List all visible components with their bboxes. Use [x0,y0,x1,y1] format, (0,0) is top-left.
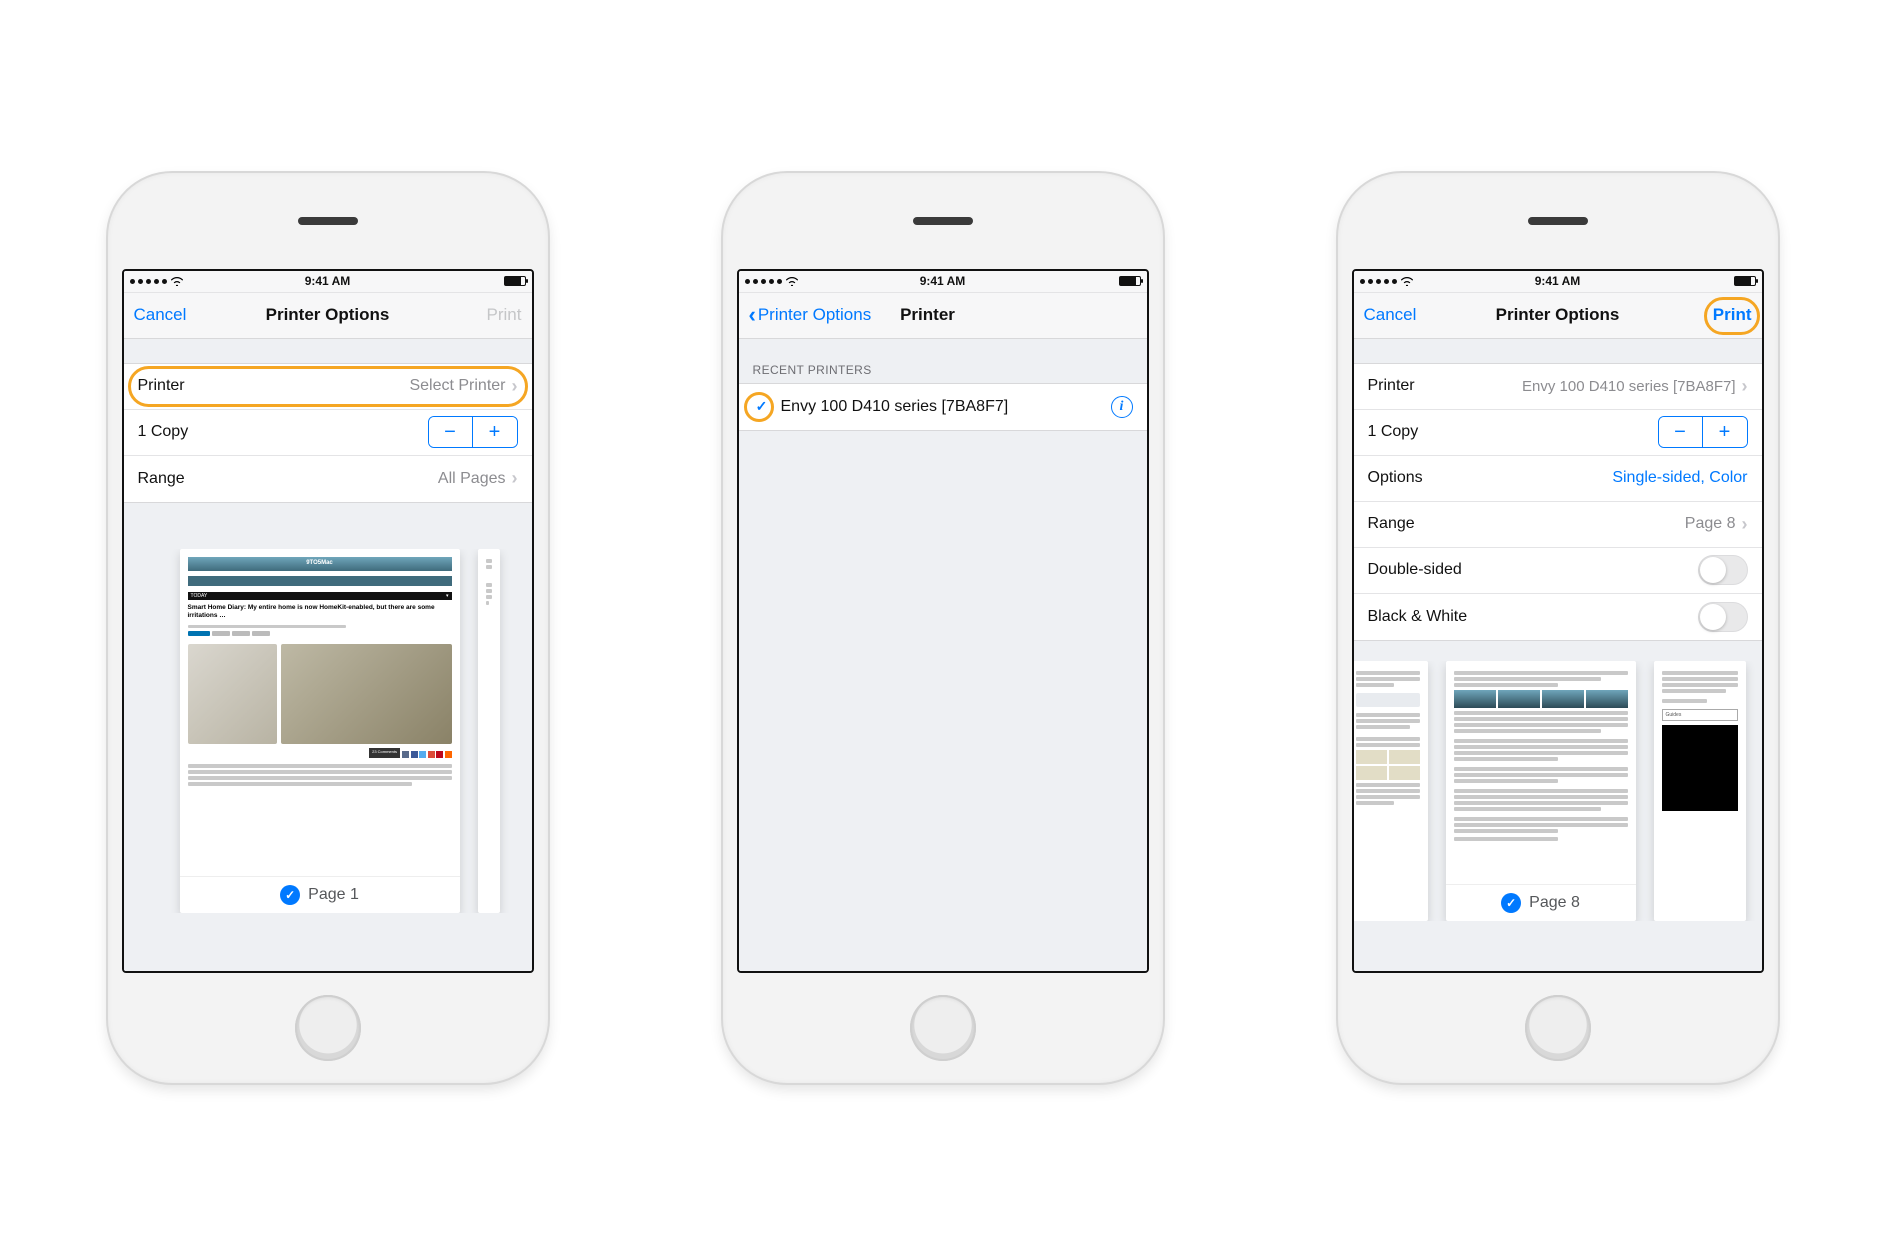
double-sided-toggle[interactable] [1698,555,1748,585]
iphone-mockup-3: 9:41 AM Cancel Printer Options Print Pri… [1338,173,1778,1083]
info-icon[interactable]: i [1111,396,1133,418]
row-value: Select Printer [409,377,505,395]
status-bar: 9:41 AM [1354,271,1762,293]
page-preview-card[interactable]: 9TO5Mac TODAY▾ Smart Home Diary: My enti… [180,549,460,913]
preview-site-name: 9TO5Mac [306,560,333,568]
page-preview-card-next[interactable] [478,549,500,913]
chevron-left-icon: ‹ [749,304,756,326]
row-copies: 1 Copy − + [1354,410,1762,456]
nav-title: Printer [900,305,955,324]
clock: 9:41 AM [920,274,966,288]
bw-toggle[interactable] [1698,602,1748,632]
preview-headline: Smart Home Diary: My entire home is now … [188,604,452,621]
signal-indicator [1360,275,1414,288]
chevron-right-icon: › [512,468,518,489]
checkmark-circle-icon: ✓ [1501,893,1521,913]
content: Printer Select Printer › 1 Copy − + Rang… [124,339,532,971]
content: Printer Envy 100 D410 series [7BA8F7] › … [1354,339,1762,971]
guides-label: Guides [1666,712,1682,718]
printers-group: ✓ Envy 100 D410 series [7BA8F7] i [739,383,1147,431]
iphone-mockup-1: 9:41 AM Cancel Printer Options Print Pri… [108,173,548,1083]
nav-bar: Cancel Printer Options Print [124,293,532,339]
row-value: Single-sided, Color [1612,469,1747,487]
wifi-icon [1400,275,1414,288]
row-range[interactable]: Range All Pages › [124,456,532,502]
row-value: Page 8 [1685,515,1736,533]
stepper-minus[interactable]: − [429,417,473,447]
content: RECENT PRINTERS ✓ Envy 100 D410 series [… [739,339,1147,971]
row-printer[interactable]: Printer Envy 100 D410 series [7BA8F7] › [1354,364,1762,410]
battery-icon [504,276,526,286]
row-printer-item[interactable]: ✓ Envy 100 D410 series [7BA8F7] i [739,384,1147,430]
home-button[interactable] [295,995,361,1061]
settings-group: Printer Envy 100 D410 series [7BA8F7] › … [1354,363,1762,641]
copies-stepper[interactable]: − + [1658,416,1748,448]
row-range[interactable]: Range Page 8 › [1354,502,1762,548]
nav-title: Printer Options [1496,305,1620,324]
checkmark-circle-icon: ✓ [280,885,300,905]
wifi-icon [785,275,799,288]
battery-icon [1119,276,1141,286]
page-preview-card-prev[interactable] [1354,661,1428,921]
row-copies: 1 Copy − + [124,410,532,456]
preview-today: TODAY [191,593,208,600]
page-footer[interactable]: ✓ Page 8 [1446,884,1636,921]
row-value: All Pages [438,470,506,488]
nav-bar: Cancel Printer Options Print [1354,293,1762,339]
row-label: Printer [1368,377,1415,395]
row-label: Options [1368,469,1423,487]
row-label: Black & White [1368,608,1468,626]
page-preview-strip[interactable]: 9TO5Mac TODAY▾ Smart Home Diary: My enti… [124,549,532,913]
page-preview-card-next[interactable]: Guides [1654,661,1746,921]
stepper-plus[interactable]: + [1703,417,1747,447]
row-label: 1 Copy [1368,423,1419,441]
screen: 9:41 AM ‹ Printer Options Printer RECENT… [737,269,1149,973]
iphone-mockup-2: 9:41 AM ‹ Printer Options Printer RECENT… [723,173,1163,1083]
battery-icon [1734,276,1756,286]
signal-indicator [745,275,799,288]
home-button[interactable] [1525,995,1591,1061]
status-bar: 9:41 AM [739,271,1147,293]
row-printer[interactable]: Printer Select Printer › [124,364,532,410]
cancel-button[interactable]: Cancel [1364,305,1417,325]
row-options[interactable]: Options Single-sided, Color [1354,456,1762,502]
settings-group: Printer Select Printer › 1 Copy − + Rang… [124,363,532,503]
print-button[interactable]: Print [1713,305,1752,325]
page-preview-card[interactable]: ✓ Page 8 [1446,661,1636,921]
nav-bar: ‹ Printer Options Printer [739,293,1147,339]
copies-stepper[interactable]: − + [428,416,518,448]
wifi-icon [170,275,184,288]
clock: 9:41 AM [1535,274,1581,288]
printer-name: Envy 100 D410 series [7BA8F7] [781,398,1009,416]
stepper-minus[interactable]: − [1659,417,1703,447]
row-label: Range [138,470,185,488]
chevron-right-icon: › [512,376,518,397]
row-label: Range [1368,515,1415,533]
signal-indicator [130,275,184,288]
row-double-sided[interactable]: Double-sided [1354,548,1762,594]
section-header: RECENT PRINTERS [739,363,1147,383]
row-black-white[interactable]: Black & White [1354,594,1762,640]
clock: 9:41 AM [305,274,351,288]
status-bar: 9:41 AM [124,271,532,293]
print-button: Print [487,305,522,325]
nav-title: Printer Options [266,305,390,324]
checkmark-icon: ✓ [753,398,771,416]
row-label: Double-sided [1368,561,1462,579]
cancel-button[interactable]: Cancel [134,305,187,325]
page-preview-strip[interactable]: ✓ Page 8 Guides [1354,661,1762,921]
page-number-label: Page 8 [1529,894,1580,912]
row-label: Printer [138,377,185,395]
home-button[interactable] [910,995,976,1061]
row-value: Envy 100 D410 series [7BA8F7] [1522,378,1735,395]
row-label: 1 Copy [138,423,189,441]
chevron-right-icon: › [1742,514,1748,535]
screen: 9:41 AM Cancel Printer Options Print Pri… [122,269,534,973]
page-footer[interactable]: ✓ Page 1 [180,876,460,913]
screen: 9:41 AM Cancel Printer Options Print Pri… [1352,269,1764,973]
stepper-plus[interactable]: + [473,417,517,447]
page-number-label: Page 1 [308,886,359,904]
chevron-right-icon: › [1742,376,1748,397]
